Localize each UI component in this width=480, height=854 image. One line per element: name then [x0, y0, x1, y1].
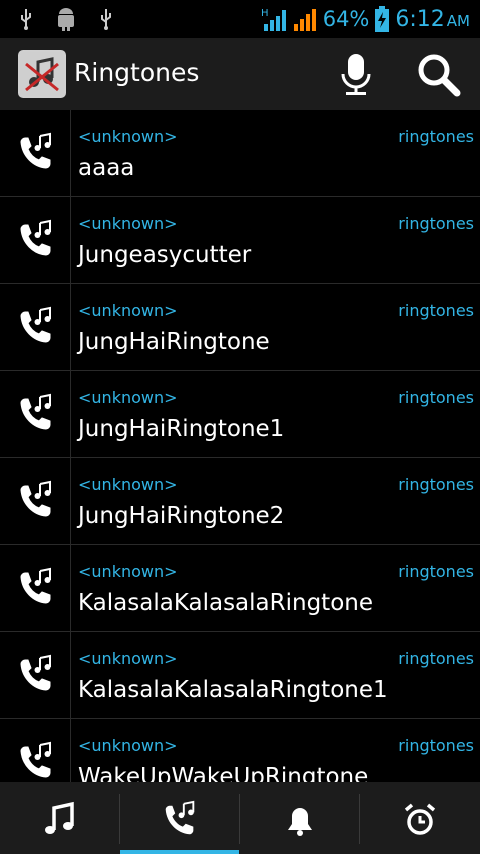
notification-icons: [18, 7, 130, 31]
ringtone-title: WakeUpWakeUpRingtone: [78, 764, 369, 782]
ringtone-title: Jungeasycutter: [78, 242, 252, 268]
clock-time: 6:12: [395, 6, 445, 32]
app-icon[interactable]: [18, 50, 66, 98]
ringtone-icon-cell[interactable]: [0, 545, 71, 631]
ringtone-icon-cell[interactable]: [0, 632, 71, 718]
ringtone-title: aaaa: [78, 155, 135, 181]
battery-charging-icon: [375, 6, 390, 32]
microphone-icon: [341, 54, 371, 95]
ringtone-icon-cell[interactable]: [0, 719, 71, 782]
category-label: ringtones: [398, 475, 474, 494]
signal-icon: [293, 9, 316, 31]
tab-music[interactable]: [0, 782, 119, 854]
ringtone-icon-cell[interactable]: [0, 110, 71, 196]
usb-icon: [21, 9, 31, 30]
ringtone-app-icon: [20, 52, 64, 96]
page-title: Ringtones: [74, 58, 200, 87]
phone-music-icon: [20, 132, 51, 169]
phone-music-icon: [165, 800, 195, 835]
category-label: ringtones: [398, 736, 474, 755]
ringtone-icon-cell[interactable]: [0, 197, 71, 283]
search-button[interactable]: [414, 50, 462, 98]
clock: 6:12 AM: [395, 7, 470, 32]
ringtone-icon-cell[interactable]: [0, 458, 71, 544]
system-icons: H 64% 6:12 AM: [261, 5, 470, 33]
list-item[interactable]: <unknown> ringtones aaaa: [0, 110, 480, 197]
alarm-clock-icon: [404, 803, 436, 835]
phone-music-icon: [20, 219, 51, 256]
artist-label: <unknown>: [78, 388, 178, 407]
artist-label: <unknown>: [78, 475, 178, 494]
phone-music-icon: [20, 654, 51, 691]
network-type-label: H: [261, 8, 269, 19]
category-label: ringtones: [398, 562, 474, 581]
category-label: ringtones: [398, 388, 474, 407]
list-item[interactable]: <unknown> ringtones KalasalaKalasalaRing…: [0, 545, 480, 632]
bell-icon: [288, 808, 312, 836]
phone-music-icon: [20, 306, 51, 343]
category-label: ringtones: [398, 214, 474, 233]
artist-label: <unknown>: [78, 649, 178, 668]
artist-label: <unknown>: [78, 736, 178, 755]
usb-icon: [101, 9, 112, 30]
phone-music-icon: [20, 480, 51, 517]
battery-percent: 64%: [322, 7, 370, 31]
ringtone-title: JungHaiRingtone1: [78, 416, 285, 442]
ringtone-icon-cell[interactable]: [0, 371, 71, 457]
clock-ampm: AM: [446, 11, 470, 30]
tab-alarms[interactable]: [360, 782, 479, 854]
artist-label: <unknown>: [78, 214, 178, 233]
artist-label: <unknown>: [78, 562, 178, 581]
artist-label: <unknown>: [78, 127, 178, 146]
category-label: ringtones: [398, 127, 474, 146]
ringtone-title: JungHaiRingtone2: [78, 503, 285, 529]
ringtone-title: KalasalaKalasalaRingtone1: [78, 677, 388, 703]
list-item[interactable]: <unknown> ringtones JungHaiRingtone1: [0, 371, 480, 458]
phone-music-icon: [20, 393, 51, 430]
category-label: ringtones: [398, 301, 474, 320]
list-item[interactable]: <unknown> ringtones JungHaiRingtone2: [0, 458, 480, 545]
phone-music-icon: [20, 741, 51, 778]
network-signal-icon: H: [261, 8, 286, 31]
bottom-tab-bar: [0, 782, 480, 854]
ringtone-list[interactable]: <unknown> ringtones aaaa <unknown> ringt…: [0, 110, 480, 782]
ringtone-icon-cell[interactable]: [0, 284, 71, 370]
tab-notifications[interactable]: [240, 782, 359, 854]
action-bar: Ringtones: [0, 38, 480, 110]
list-item[interactable]: <unknown> ringtones KalasalaKalasalaRing…: [0, 632, 480, 719]
tab-selected-indicator: [120, 850, 239, 854]
ringtone-title: KalasalaKalasalaRingtone: [78, 590, 374, 616]
ringtone-title: JungHaiRingtone: [78, 329, 270, 355]
android-debug-icon: [58, 8, 75, 31]
list-item[interactable]: <unknown> ringtones WakeUpWakeUpRingtone: [0, 719, 480, 782]
status-bar: H 64% 6:12 AM: [0, 0, 480, 38]
list-item[interactable]: <unknown> ringtones JungHaiRingtone: [0, 284, 480, 371]
list-item[interactable]: <unknown> ringtones Jungeasycutter: [0, 197, 480, 284]
phone-music-icon: [20, 567, 51, 604]
voice-search-button[interactable]: [332, 50, 380, 98]
category-label: ringtones: [398, 649, 474, 668]
search-icon: [418, 54, 461, 97]
tab-ringtones[interactable]: [120, 782, 239, 854]
music-note-icon: [45, 801, 74, 834]
artist-label: <unknown>: [78, 301, 178, 320]
